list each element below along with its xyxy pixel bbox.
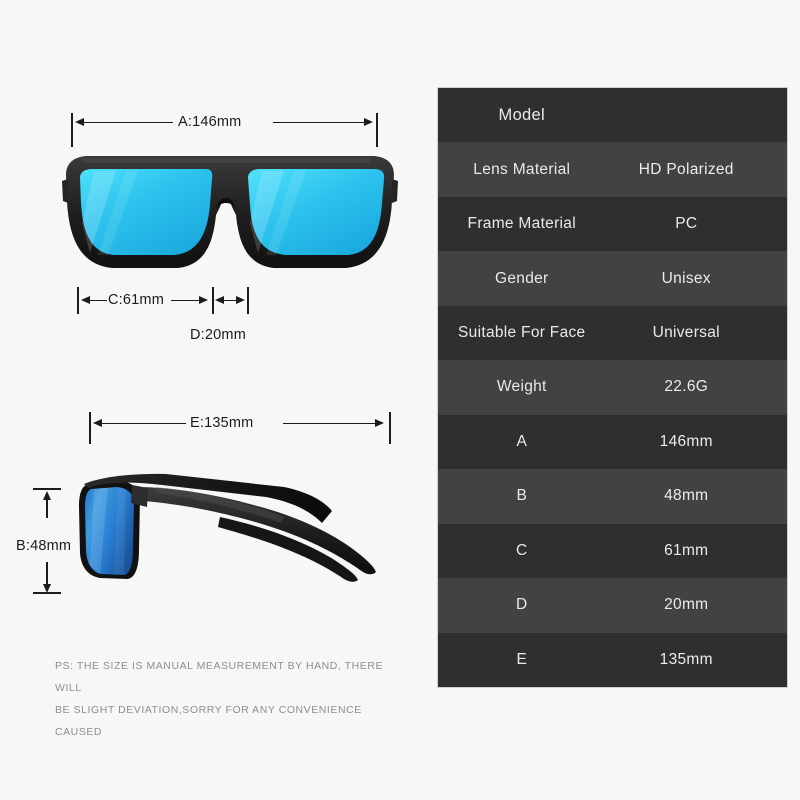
sunglasses-side-view (79, 473, 376, 582)
spec-label: Lens Material (473, 160, 571, 178)
dim-e-arrow-right (375, 419, 384, 427)
dim-a-label: A:146mm (178, 114, 242, 130)
table-row: A 146mm (438, 414, 787, 470)
dim-e-label: E:135mm (190, 415, 254, 431)
spec-label: C (516, 541, 528, 559)
table-row: Weight 22.6G (438, 360, 787, 415)
measurement-disclaimer: PS: THE SIZE IS MANUAL MEASUREMENT BY HA… (55, 655, 405, 743)
disclaimer-line-2: BE SLIGHT DEVIATION,SORRY FOR ANY CONVEN… (55, 704, 362, 738)
spec-label: Gender (495, 269, 549, 287)
dim-b-line-bottom (46, 562, 48, 584)
dim-b-label: B:48mm (16, 538, 72, 554)
table-row: Frame Material PC (438, 196, 787, 252)
spec-value: 22.6G (664, 378, 709, 396)
sunglasses-front-view (62, 156, 398, 268)
dim-a-line-right (273, 121, 371, 124)
spec-value: 135mm (659, 650, 713, 668)
diagram-panel: A:146mm C:61mm D:20mm E:135mm B:48mm PS:… (0, 0, 436, 800)
dim-a-tick-right (376, 113, 378, 147)
dim-c-tick-right (212, 287, 214, 314)
table-row: Gender Unisex (438, 251, 787, 306)
dim-a-arrow-right (364, 118, 373, 126)
dim-e-tick-right (389, 412, 391, 444)
dim-b-arrow-up (43, 491, 51, 500)
dim-c-arrow-right (199, 296, 208, 304)
table-row: Suitable For Face Universal (438, 305, 787, 361)
spec-value: Unisex (661, 269, 711, 287)
spec-label: Weight (496, 378, 547, 396)
dim-a-tick-left (71, 113, 73, 147)
spec-label: Suitable For Face (458, 324, 586, 342)
dim-e-tick-left (89, 412, 91, 444)
dim-e-arrow-left (93, 419, 102, 427)
dim-d-label: D:20mm (190, 327, 246, 343)
front-hinge-right (392, 179, 398, 203)
table-row: E 135mm (438, 632, 787, 687)
dim-e-line-left (97, 422, 186, 425)
dim-d-tick-right (247, 287, 249, 314)
dim-c-label: C:61mm (108, 292, 164, 308)
spec-value: HD Polarized (638, 160, 734, 178)
side-lens (82, 484, 136, 577)
spec-value: 20mm (664, 596, 709, 614)
dim-e-line-right (283, 422, 380, 425)
spec-value: PC (675, 215, 698, 233)
spec-label: B (516, 487, 528, 505)
spec-label: E (516, 650, 528, 668)
dim-d-arrow-right (236, 296, 245, 304)
dim-d-arrow-left (215, 296, 224, 304)
table-row: Lens Material HD Polarized (438, 142, 787, 197)
spec-value: 61mm (664, 541, 709, 559)
dim-a-arrow-left (75, 118, 84, 126)
spec-label: Model (498, 105, 545, 124)
dim-c-tick-left (77, 287, 79, 314)
dim-a-line-left (78, 121, 173, 124)
table-row: B 48mm (438, 469, 787, 524)
dim-c-line-left (88, 299, 107, 302)
spec-label: A (516, 432, 528, 450)
disclaimer-line-1: PS: THE SIZE IS MANUAL MEASUREMENT BY HA… (55, 660, 384, 694)
table-row: C 61mm (438, 523, 787, 579)
specification-table: Model Lens Material HD Polarized Frame M… (437, 87, 788, 688)
spec-label: D (516, 596, 528, 614)
spec-label: Frame Material (467, 215, 576, 233)
spec-value: Universal (652, 324, 720, 342)
front-hinge-left (62, 179, 68, 203)
table-row: D 20mm (438, 578, 787, 633)
product-spec-page: A:146mm C:61mm D:20mm E:135mm B:48mm PS:… (0, 0, 800, 800)
spec-value: 146mm (659, 432, 713, 450)
table-row: Model (438, 88, 787, 143)
dim-b-tick-top (33, 488, 61, 490)
spec-value: 48mm (664, 487, 709, 505)
dim-b-arrow-down (43, 584, 51, 593)
dim-c-arrow-left (81, 296, 90, 304)
